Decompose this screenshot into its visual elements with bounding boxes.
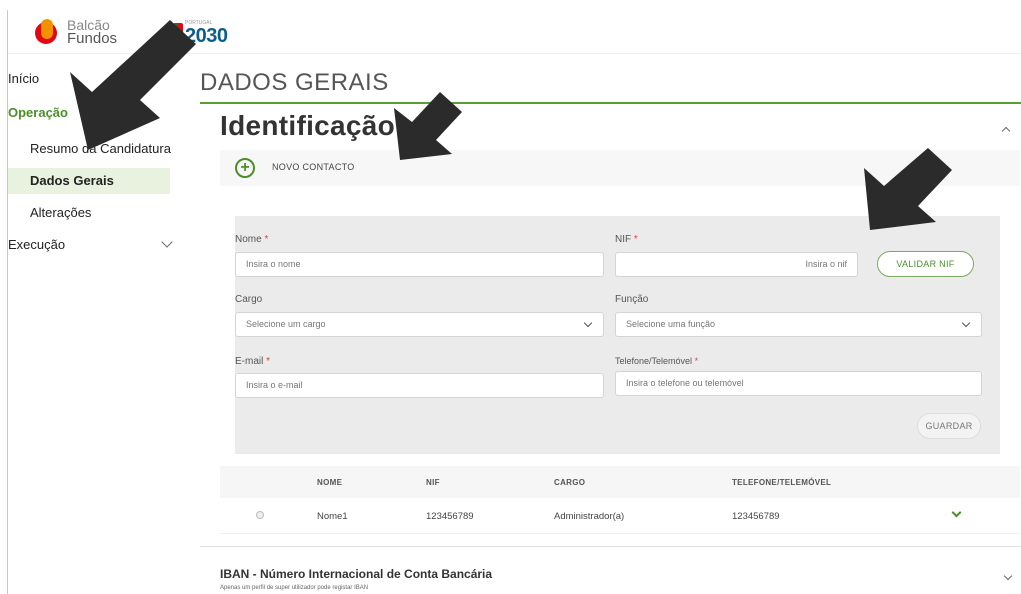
contacts-table: NOME NIF CARGO TELEFONE/TELEMÓVEL Nome1 … — [220, 466, 1020, 534]
logo-pt-year: 2030 — [185, 24, 228, 47]
portugal-flag-icon — [173, 23, 183, 43]
chevron-down-icon — [583, 318, 593, 328]
top-header: Balcão Fundos PORTUGAL 2030 — [7, 10, 1021, 594]
nif-label: NIF * — [615, 234, 638, 245]
column-header-telefone: TELEFONE/TELEMÓVEL — [732, 478, 832, 487]
new-contact-label[interactable]: NOVO CONTACTO — [272, 162, 355, 172]
funcao-select[interactable]: Selecione uma função — [615, 312, 982, 337]
iban-subtitle: Apenas um perfil de super utilizador pod… — [220, 585, 369, 591]
add-contact-button[interactable]: + — [235, 158, 255, 178]
sidebar-item-operacao[interactable]: Operação — [8, 100, 183, 126]
logo-text-line2: Fundos — [67, 30, 118, 47]
row-radio[interactable] — [256, 511, 264, 519]
validar-nif-button[interactable]: VALIDAR NIF — [877, 251, 974, 277]
cell-cargo: Administrador(a) — [554, 511, 625, 522]
chevron-down-icon — [161, 236, 173, 248]
nif-input[interactable]: Insira o nif — [615, 252, 858, 277]
plus-icon: + — [240, 159, 250, 176]
column-header-nif: NIF — [426, 478, 440, 487]
sidebar-item-resumo[interactable]: Resumo da Candidatura — [8, 136, 183, 162]
telefone-label: Telefone/Telemóvel * — [615, 356, 699, 366]
sidebar-item-label: Operação — [8, 105, 68, 120]
cell-nif: 123456789 — [426, 511, 474, 522]
nome-input[interactable]: Insira o nome — [235, 252, 604, 277]
nome-label: Nome * — [235, 234, 269, 245]
cell-nome: Nome1 — [317, 511, 348, 522]
sidebar-item-label: Execução — [8, 237, 66, 252]
funcao-label: Função — [615, 294, 649, 305]
cargo-label: Cargo — [235, 294, 263, 305]
contacts-toolbar: + NOVO CONTACTO — [220, 150, 1020, 186]
page-title: DADOS GERAIS — [200, 66, 1021, 104]
email-label: E-mail * — [235, 356, 271, 367]
cargo-select-value: Selecione um cargo — [246, 319, 326, 329]
chevron-down-icon[interactable] — [1003, 571, 1013, 581]
column-header-cargo: CARGO — [554, 478, 586, 487]
expand-row-chevron-icon[interactable] — [951, 507, 962, 518]
cargo-select[interactable]: Selecione um cargo — [235, 312, 604, 337]
column-header-nome: NOME — [317, 478, 343, 487]
main-content: DADOS GERAIS Identificação + NOVO CONTAC… — [200, 66, 1021, 594]
chevron-down-icon — [961, 318, 971, 328]
iban-section[interactable]: IBAN - Número Internacional de Conta Ban… — [200, 546, 1021, 594]
email-input[interactable]: Insira o e-mail — [235, 373, 604, 398]
table-header: NOME NIF CARGO TELEFONE/TELEMÓVEL — [220, 466, 1020, 498]
section-title: Identificação — [220, 110, 396, 141]
cell-telefone: 123456789 — [732, 511, 780, 522]
chevron-up-icon[interactable] — [1001, 126, 1011, 136]
telefone-input[interactable]: Insira o telefone ou telemóvel — [615, 371, 982, 396]
portugal-2030-logo: PORTUGAL 2030 — [173, 16, 228, 50]
sidebar-item-alteracoes[interactable]: Alterações — [8, 200, 183, 226]
sidebar: Início Operação Resumo da Candidatura Da… — [8, 66, 183, 258]
table-row[interactable]: Nome1 123456789 Administrador(a) 1234567… — [220, 498, 1020, 534]
balcao-logo-icon — [35, 19, 61, 45]
sidebar-item-inicio[interactable]: Início — [8, 66, 183, 92]
guardar-button[interactable]: GUARDAR — [917, 413, 981, 439]
funcao-select-value: Selecione uma função — [626, 319, 716, 329]
contact-form: Nome * Insira o nome NIF * Insira o nif … — [235, 216, 1000, 454]
balcao-fundos-logo[interactable]: Balcão Fundos — [35, 14, 117, 50]
iban-title: IBAN - Número Internacional de Conta Ban… — [220, 567, 493, 581]
sidebar-item-execucao[interactable]: Execução — [8, 232, 183, 258]
sidebar-item-dados-gerais[interactable]: Dados Gerais — [8, 168, 170, 194]
